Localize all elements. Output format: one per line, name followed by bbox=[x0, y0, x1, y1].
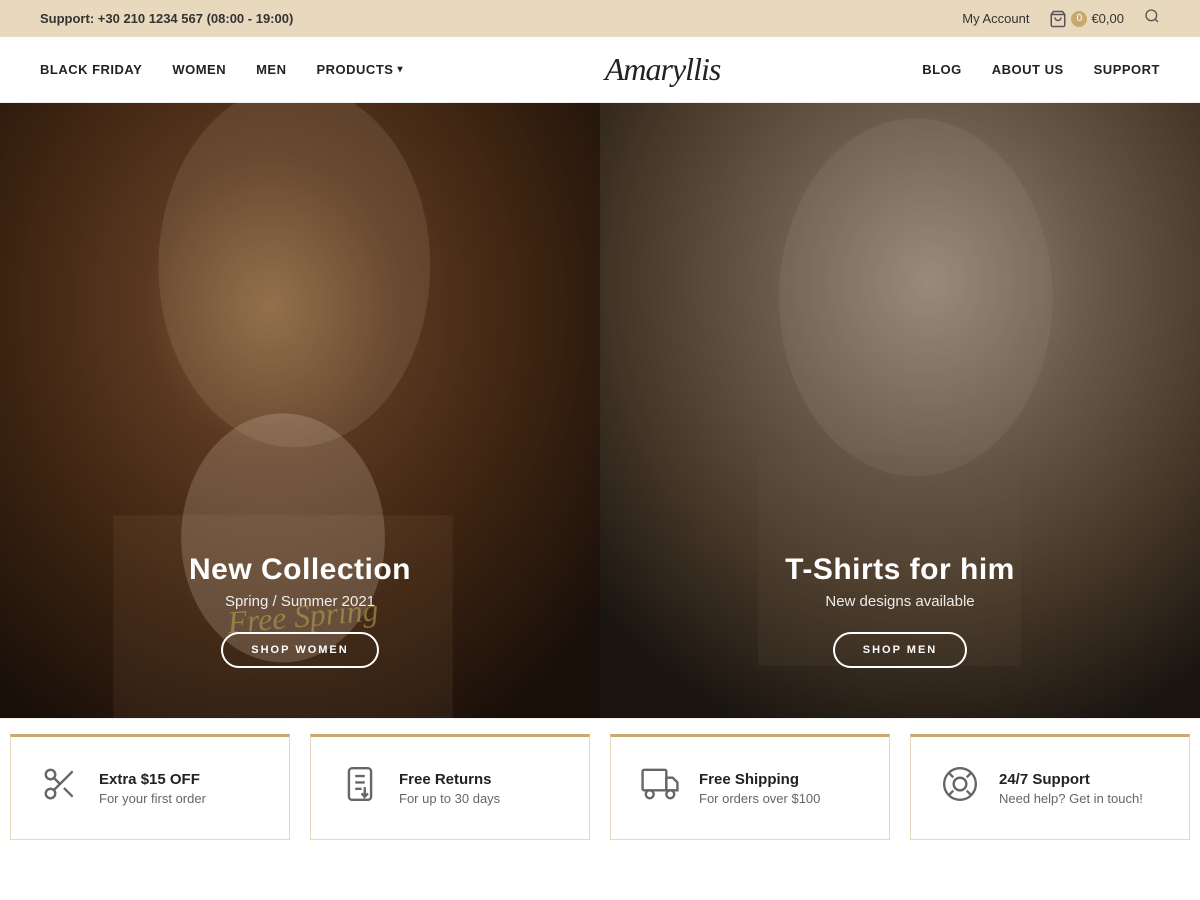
shop-women-button[interactable]: SHOP WOMEN bbox=[221, 632, 378, 668]
hero-left-content: New Collection Spring / Summer 2021 SHOP… bbox=[189, 553, 411, 668]
hero-left-panel: Free Spring New Collection Spring / Summ… bbox=[0, 103, 600, 718]
feature-support-text: 24/7 Support Need help? Get in touch! bbox=[999, 771, 1143, 806]
support-icon bbox=[941, 765, 981, 811]
cart-wrap[interactable]: 0 €0,00 bbox=[1049, 10, 1124, 28]
hero-right-panel: T-Shirts for him New designs available S… bbox=[600, 103, 1200, 718]
feature-returns: Free Returns For up to 30 days bbox=[310, 734, 590, 840]
hero-left-subtitle: Spring / Summer 2021 bbox=[189, 593, 411, 610]
nav-blog[interactable]: BLOG bbox=[922, 62, 962, 77]
nav-right: BLOG ABOUT US SUPPORT bbox=[922, 62, 1160, 77]
scissors-icon bbox=[41, 765, 81, 811]
returns-icon bbox=[341, 765, 381, 811]
nav-black-friday[interactable]: BLACK FRIDAY bbox=[40, 62, 142, 77]
shop-men-button[interactable]: SHOP MEN bbox=[833, 632, 967, 668]
hero-right-title: T-Shirts for him bbox=[785, 553, 1015, 587]
hero-right-content: T-Shirts for him New designs available S… bbox=[785, 553, 1015, 668]
feature-shipping-title: Free Shipping bbox=[699, 771, 820, 788]
shipping-icon bbox=[641, 765, 681, 811]
feature-support-subtitle: Need help? Get in touch! bbox=[999, 791, 1143, 806]
support-info: Support: +30 210 1234 567 (08:00 - 19:00… bbox=[40, 11, 293, 26]
cart-price: €0,00 bbox=[1091, 11, 1124, 26]
nav-men[interactable]: MEN bbox=[256, 62, 286, 77]
feature-shipping: Free Shipping For orders over $100 bbox=[610, 734, 890, 840]
feature-discount-subtitle: For your first order bbox=[99, 791, 206, 806]
top-bar-right: My Account 0 €0,00 bbox=[962, 8, 1160, 29]
hero-left-title: New Collection bbox=[189, 553, 411, 587]
nav-support[interactable]: SUPPORT bbox=[1094, 62, 1160, 77]
support-label: Support: bbox=[40, 11, 94, 26]
feature-discount-title: Extra $15 OFF bbox=[99, 771, 206, 788]
support-phone: +30 210 1234 567 (08:00 - 19:00) bbox=[98, 11, 294, 26]
nav-about-us[interactable]: ABOUT US bbox=[992, 62, 1064, 77]
my-account-link[interactable]: My Account bbox=[962, 11, 1029, 26]
feature-returns-subtitle: For up to 30 days bbox=[399, 791, 500, 806]
features-section: Extra $15 OFF For your first order Free … bbox=[0, 718, 1200, 855]
feature-shipping-subtitle: For orders over $100 bbox=[699, 791, 820, 806]
hero-right-subtitle: New designs available bbox=[785, 593, 1015, 610]
logo[interactable]: Amaryllis bbox=[605, 51, 720, 88]
feature-shipping-text: Free Shipping For orders over $100 bbox=[699, 771, 820, 806]
cart-badge: 0 bbox=[1071, 11, 1087, 27]
top-bar: Support: +30 210 1234 567 (08:00 - 19:00… bbox=[0, 0, 1200, 37]
feature-returns-title: Free Returns bbox=[399, 771, 500, 788]
nav-women[interactable]: WOMEN bbox=[172, 62, 226, 77]
nav-products[interactable]: PRODUCTS ▾ bbox=[316, 62, 402, 77]
feature-discount-text: Extra $15 OFF For your first order bbox=[99, 771, 206, 806]
hero-section: Free Spring New Collection Spring / Summ… bbox=[0, 103, 1200, 718]
search-icon[interactable] bbox=[1144, 8, 1160, 29]
feature-support: 24/7 Support Need help? Get in touch! bbox=[910, 734, 1190, 840]
feature-support-title: 24/7 Support bbox=[999, 771, 1143, 788]
chevron-down-icon: ▾ bbox=[397, 64, 403, 75]
cart-icon bbox=[1049, 10, 1067, 28]
feature-discount: Extra $15 OFF For your first order bbox=[10, 734, 290, 840]
main-nav: BLACK FRIDAY WOMEN MEN PRODUCTS ▾ Amaryl… bbox=[0, 37, 1200, 103]
nav-left: BLACK FRIDAY WOMEN MEN PRODUCTS ▾ bbox=[40, 62, 403, 77]
feature-returns-text: Free Returns For up to 30 days bbox=[399, 771, 500, 806]
